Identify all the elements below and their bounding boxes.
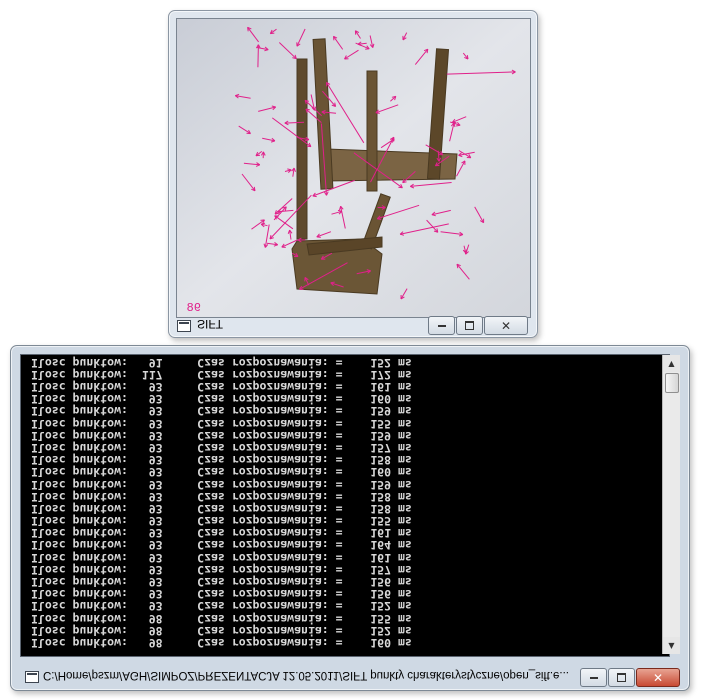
keypoint-arrowhead bbox=[456, 124, 461, 127]
console-maximize-button[interactable] bbox=[608, 668, 635, 687]
keypoint-arrowhead bbox=[306, 145, 311, 148]
console-app-icon bbox=[25, 671, 39, 683]
console-line: Ilosc punktow: 117 Czas rozpoznawania: =… bbox=[31, 367, 412, 382]
console-line: Ilosc punktow: 93 Czas rozpoznawania: = … bbox=[31, 416, 412, 431]
console-line: Ilosc punktow: 93 Czas rozpoznawania: = … bbox=[31, 477, 412, 492]
console-line: Ilosc punktow: 98 Czas rozpoznawania: = … bbox=[31, 623, 412, 638]
console-line: Ilosc punktow: 93 Czas rozpoznawania: = … bbox=[31, 501, 412, 516]
console-line: Ilosc punktow: 93 Czas rozpoznawania: = … bbox=[31, 562, 412, 577]
console-line: Ilosc punktow: 93 Czas rozpoznawania: = … bbox=[31, 441, 412, 455]
close-icon: ✕ bbox=[500, 318, 512, 333]
keypoint-arrowhead bbox=[464, 250, 467, 255]
sift-window-title: SIFT bbox=[197, 317, 223, 331]
console-titlebar[interactable]: C:/Home/pszm/AGH/SIMPOZ/PREZENTACJA 12.0… bbox=[11, 662, 689, 690]
maximize-icon bbox=[465, 321, 474, 330]
console-line: Ilosc punktow: 93 Czas rozpoznawania: = … bbox=[31, 392, 412, 407]
keypoint-arrow bbox=[257, 44, 259, 68]
console-line: Ilosc punktow: 93 Czas rozpoznawania: = … bbox=[31, 465, 412, 480]
console-line: Ilosc punktow: 98 Czas rozpoznawania: = … bbox=[31, 636, 412, 650]
console-close-button[interactable]: ✕ bbox=[636, 668, 680, 687]
console-line: Ilosc punktow: 93 Czas rozpoznawania: = … bbox=[31, 526, 412, 541]
camera-view: 98 bbox=[176, 18, 531, 318]
keypoint-arrowhead bbox=[312, 195, 317, 198]
keypoint-arrowhead bbox=[330, 281, 335, 284]
console-lines: Ilosc punktow: 98 Czas rozpoznawania: = … bbox=[31, 355, 412, 650]
keypoint-arrowhead bbox=[316, 236, 321, 238]
scroll-down-icon[interactable]: ▼ bbox=[663, 637, 680, 654]
console-line: Ilosc punktow: 93 Czas rozpoznawania: = … bbox=[31, 404, 412, 419]
keypoint-arrowhead bbox=[398, 186, 403, 189]
sift-titlebar[interactable]: SIFT ✕ bbox=[169, 313, 537, 337]
console-line: Ilosc punktow: 93 Czas rozpoznawania: = … bbox=[31, 514, 412, 529]
maximize-button[interactable] bbox=[456, 316, 483, 335]
scroll-thumb[interactable] bbox=[665, 373, 679, 393]
console-line: Ilosc punktow: 93 Czas rozpoznawania: = … bbox=[31, 550, 412, 565]
console-output: Ilosc punktow: 98 Czas rozpoznawania: = … bbox=[20, 354, 670, 657]
console-line: Ilosc punktow: 93 Czas rozpoznawania: = … bbox=[31, 489, 412, 504]
console-line: Ilosc punktow: 91 Czas rozpoznawania: = … bbox=[31, 355, 412, 370]
console-window: Ilosc punktow: 98 Czas rozpoznawania: = … bbox=[10, 345, 690, 691]
console-line: Ilosc punktow: 93 Czas rozpoznawania: = … bbox=[31, 380, 412, 395]
minimize-button[interactable] bbox=[428, 316, 455, 335]
maximize-icon bbox=[617, 673, 626, 682]
console-line: Ilosc punktow: 93 Czas rozpoznawania: = … bbox=[31, 587, 412, 602]
scroll-up-icon[interactable]: ▲ bbox=[663, 355, 680, 372]
close-icon: ✕ bbox=[652, 670, 664, 685]
console-line: Ilosc punktow: 93 Czas rozpoznawania: = … bbox=[31, 453, 412, 468]
app-icon bbox=[177, 320, 191, 332]
vertical-scrollbar[interactable]: ▲ ▼ bbox=[662, 355, 680, 654]
keypoint-arrowhead bbox=[375, 112, 380, 114]
keypoint-arrowhead bbox=[274, 215, 279, 217]
console-line: Ilosc punktow: 93 Czas rozpoznawania: = … bbox=[31, 428, 412, 443]
keypoint-arrowhead bbox=[426, 49, 429, 54]
console-minimize-button[interactable] bbox=[580, 668, 607, 687]
close-button[interactable]: ✕ bbox=[484, 316, 528, 335]
minimize-icon bbox=[437, 324, 446, 327]
console-window-title: C:/Home/pszm/AGH/SIMPOZ/PREZENTACJA 12.0… bbox=[43, 669, 570, 681]
minimize-icon bbox=[589, 676, 598, 679]
console-line: Ilosc punktow: 93 Czas rozpoznawania: = … bbox=[31, 538, 412, 553]
sift-window: 98 SIFT ✕ bbox=[168, 10, 538, 338]
console-line: Ilosc punktow: 93 Czas rozpoznawania: = … bbox=[31, 599, 412, 614]
sift-image: 98 bbox=[177, 19, 530, 317]
console-line: Ilosc punktow: 93 Czas rozpoznawania: = … bbox=[31, 575, 412, 590]
console-line: Ilosc punktow: 98 Czas rozpoznawania: = … bbox=[31, 611, 412, 626]
